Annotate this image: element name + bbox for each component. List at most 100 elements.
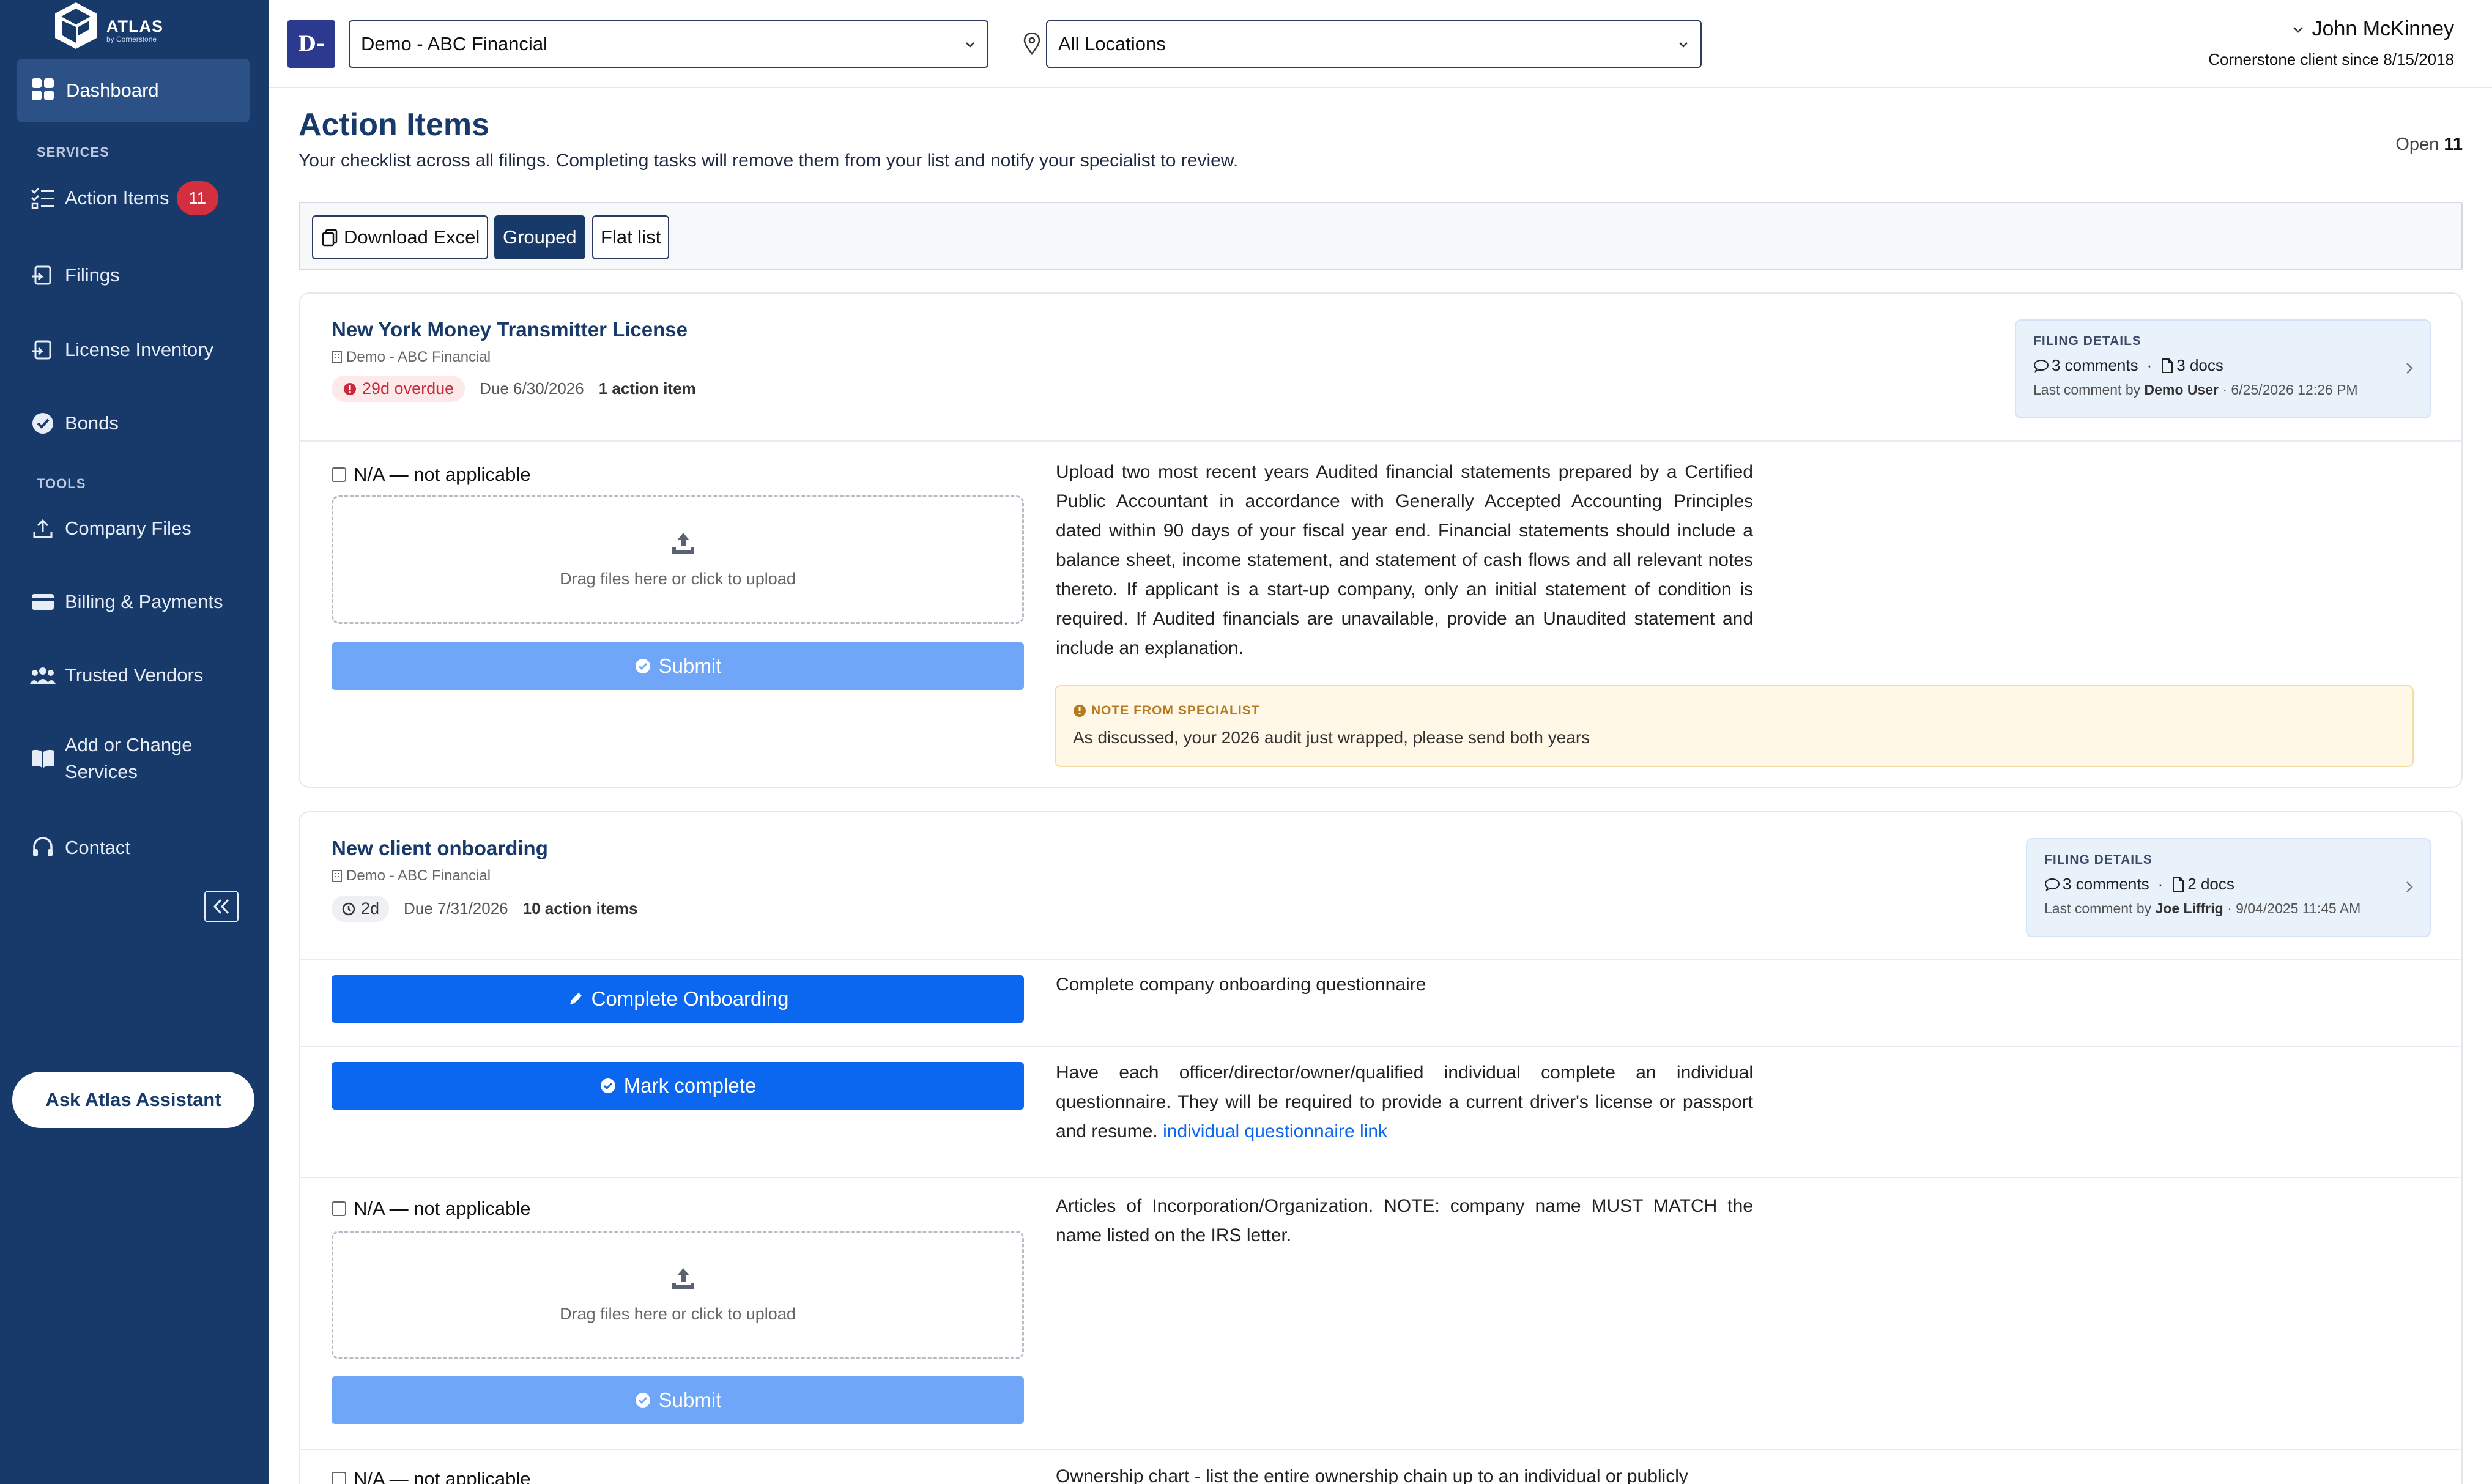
nav-action-items[interactable]: Action Items 11 <box>29 181 218 215</box>
nav-billing[interactable]: Billing & Payments <box>29 588 223 615</box>
action-item-description: Articles of Incorporation/Organization. … <box>1056 1196 1753 1245</box>
checkbox[interactable] <box>332 467 346 482</box>
mark-complete-button[interactable]: Mark complete <box>332 1062 1024 1110</box>
specialist-note-text: As discussed, your 2026 audit just wrapp… <box>1073 728 1590 747</box>
services-section-label: SERVICES <box>37 144 109 160</box>
collapse-sidebar-button[interactable] <box>204 891 239 922</box>
complete-onboarding-button[interactable]: Complete Onboarding <box>332 975 1024 1023</box>
top-bar: D- Demo - ABC Financial All Locations Jo… <box>269 0 2492 88</box>
na-checkbox[interactable]: N/A — not applicable <box>332 464 531 486</box>
page-title: Action Items <box>299 107 490 143</box>
na-checkbox[interactable]: N/A — not applicable <box>332 1468 531 1484</box>
filing-title[interactable]: New York Money Transmitter License <box>332 318 688 341</box>
open-count-label: Open <box>2395 135 2439 154</box>
building-icon <box>332 351 342 363</box>
upload-tray-icon <box>672 533 694 554</box>
credit-card-icon <box>29 588 56 615</box>
overdue-text: 29d overdue <box>362 379 454 398</box>
nav-add-change-services-label: Add or Change Services <box>65 734 193 782</box>
view-toolbar: Download Excel Grouped Flat list <box>299 202 2463 270</box>
specialist-note: NOTE FROM SPECIALIST As discussed, your … <box>1055 685 2414 767</box>
chevron-down-icon <box>1679 42 1688 48</box>
filing-details-heading: FILING DETAILS <box>2044 853 2153 867</box>
nav-billing-label: Billing & Payments <box>65 591 223 612</box>
tools-section-label: TOOLS <box>37 476 86 491</box>
nav-bonds[interactable]: Bonds <box>29 410 119 437</box>
filing-org-name: Demo - ABC Financial <box>346 867 491 884</box>
submit-button[interactable]: Submit <box>332 642 1024 690</box>
user-menu[interactable]: John McKinney <box>2290 17 2454 41</box>
atlas-logo[interactable]: ATLAS by Cornerstone <box>51 0 163 59</box>
grouped-view-button[interactable]: Grouped <box>494 215 585 259</box>
file-dropzone[interactable]: Drag files here or click to upload <box>332 495 1024 624</box>
filing-org: Demo - ABC Financial <box>332 867 491 885</box>
filing-details-panel[interactable]: FILING DETAILS 3 comments · 2 docs Last … <box>2026 838 2431 937</box>
filing-meta: 29d overdue Due 6/30/2026 1 action item <box>332 376 696 402</box>
docs-count: 3 docs <box>2176 356 2223 374</box>
filing-title[interactable]: New client onboarding <box>332 837 548 860</box>
item-divider <box>300 1449 2461 1450</box>
file-dropzone[interactable]: Drag files here or click to upload <box>332 1231 1024 1359</box>
book-icon <box>29 745 56 772</box>
company-select[interactable]: Demo - ABC Financial <box>349 20 988 68</box>
filing-org-name: Demo - ABC Financial <box>346 349 491 365</box>
filing-details-panel[interactable]: FILING DETAILS 3 comments · 3 docs Last … <box>2015 319 2431 418</box>
nav-trusted-vendors[interactable]: Trusted Vendors <box>29 662 203 689</box>
due-date: Due 6/30/2026 <box>480 379 584 398</box>
nav-add-change-services[interactable]: Add or Change Services <box>29 732 199 785</box>
nav-action-items-label: Action Items <box>65 187 169 209</box>
last-comment-user: Demo User <box>2144 382 2219 398</box>
submit-label: Submit <box>658 1389 722 1411</box>
action-item-description: Complete company onboarding questionnair… <box>1056 974 1426 995</box>
location-select[interactable]: All Locations <box>1046 20 1702 68</box>
alert-circle-icon <box>344 382 356 395</box>
nav-filings[interactable]: Filings <box>29 262 120 289</box>
time-remaining-badge: 2d <box>332 896 390 922</box>
comment-icon <box>2044 878 2060 891</box>
pencil-icon <box>567 990 584 1007</box>
action-item-count: 1 action item <box>598 379 696 398</box>
chevron-down-icon <box>966 42 974 48</box>
individual-questionnaire-link[interactable]: individual questionnaire link <box>1163 1121 1387 1141</box>
filing-card-new-client-onboarding: New client onboarding Demo - ABC Financi… <box>299 811 2463 1484</box>
due-date: Due 7/31/2026 <box>404 899 508 918</box>
na-label: N/A — not applicable <box>354 464 531 485</box>
na-label: N/A — not applicable <box>354 1198 531 1219</box>
nav-trusted-vendors-label: Trusted Vendors <box>65 664 204 686</box>
checkbox[interactable] <box>332 1472 346 1484</box>
check-circle-icon <box>599 1077 617 1094</box>
comments-count: 3 comments <box>2063 875 2149 893</box>
na-label: N/A — not applicable <box>354 1468 531 1484</box>
flat-list-view-button[interactable]: Flat list <box>592 215 670 259</box>
action-item-description-text: Have each officer/director/owner/qualifi… <box>1056 1063 1753 1141</box>
item-divider <box>300 1177 2461 1178</box>
page-subtitle: Your checklist across all filings. Compl… <box>299 150 1239 171</box>
checkbox[interactable] <box>332 1201 346 1216</box>
last-comment-time: · 6/25/2026 12:26 PM <box>2222 382 2358 398</box>
main-content: Action Items Your checklist across all f… <box>269 89 2492 1484</box>
docs-count: 2 docs <box>2187 875 2234 893</box>
last-comment: Last comment by Demo User · 6/25/2026 12… <box>2033 382 2358 398</box>
headset-icon <box>29 834 56 861</box>
double-chevron-left-icon <box>213 899 229 915</box>
na-checkbox[interactable]: N/A — not applicable <box>332 1198 531 1220</box>
cube-logo-icon <box>51 0 100 59</box>
item-divider <box>300 1046 2461 1047</box>
nav-dashboard[interactable]: Dashboard <box>17 59 250 122</box>
last-comment-time: · 9/04/2025 11:45 AM <box>2227 900 2361 916</box>
location-pin-icon <box>1023 32 1041 58</box>
nav-license-inventory-label: License Inventory <box>65 339 213 360</box>
open-count: Open 11 <box>2395 135 2463 155</box>
client-since-text: Cornerstone client since 8/15/2018 <box>2208 50 2454 69</box>
nav-license-inventory[interactable]: License Inventory <box>29 336 213 363</box>
download-excel-button[interactable]: Download Excel <box>312 215 489 259</box>
filing-meta: 2d Due 7/31/2026 10 action items <box>332 896 638 922</box>
license-icon <box>29 336 56 363</box>
nav-company-files[interactable]: Company Files <box>29 515 191 542</box>
filings-icon <box>29 262 56 289</box>
ask-atlas-assistant-button[interactable]: Ask Atlas Assistant <box>12 1072 254 1128</box>
nav-contact[interactable]: Contact <box>29 834 130 861</box>
last-comment-label: Last comment by <box>2044 900 2152 916</box>
submit-button[interactable]: Submit <box>332 1376 1024 1424</box>
checklist-icon <box>29 185 56 212</box>
